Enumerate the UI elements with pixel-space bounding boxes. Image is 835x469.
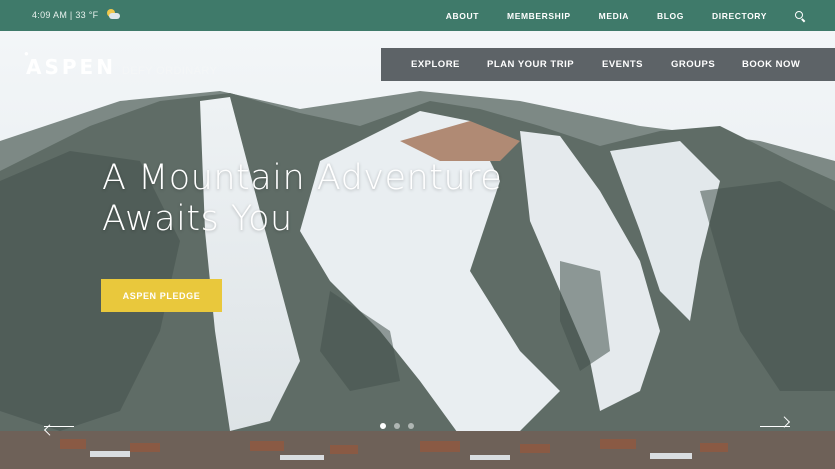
partly-cloudy-icon [104,9,121,20]
carousel-dots [380,423,414,429]
hero-banner: ● ASPEN DEFY ORDINARY EXPLORE PLAN YOUR … [0,31,835,469]
nav-book-now[interactable]: BOOK NOW [742,59,800,70]
logo-emblem-icon: ● [24,49,29,58]
utility-nav: ABOUT MEMBERSHIP MEDIA BLOG DIRECTORY [418,0,805,31]
util-link-blog[interactable]: BLOG [657,11,684,21]
util-link-about[interactable]: ABOUT [446,11,479,21]
hero-headline-line-1: A Mountain Adventure [102,158,503,198]
nav-events[interactable]: EVENTS [602,59,643,70]
carousel-dot-3[interactable] [408,423,414,429]
logo-wordmark: ASPEN [26,55,116,79]
util-link-media[interactable]: MEDIA [599,11,629,21]
carousel-dot-2[interactable] [394,423,400,429]
util-link-directory[interactable]: DIRECTORY [712,11,767,21]
nav-plan-your-trip[interactable]: PLAN YOUR TRIP [487,59,574,70]
main-nav: EXPLORE PLAN YOUR TRIP EVENTS GROUPS BOO… [381,48,835,81]
hero-headline-line-2: Awaits You [102,199,293,239]
utility-bar: 4:09 AM | 33 °F ABOUT MEMBERSHIP MEDIA B… [0,0,835,31]
aspen-logo[interactable]: ● ASPEN DEFY ORDINARY [24,49,218,79]
nav-groups[interactable]: GROUPS [671,59,715,70]
carousel-dot-1[interactable] [380,423,386,429]
mountain-photo [0,31,835,469]
hero-headline: A Mountain Adventure Awaits You [102,158,502,240]
nav-explore[interactable]: EXPLORE [411,59,460,70]
weather-widget: 4:09 AM | 33 °F [32,9,121,20]
util-link-membership[interactable]: MEMBERSHIP [507,11,571,21]
arrow-right-icon[interactable] [758,416,792,433]
weather-text: 4:09 AM | 33 °F [32,9,99,20]
logo-tagline: DEFY ORDINARY [121,65,218,77]
arrow-left-icon[interactable] [42,421,76,436]
search-icon[interactable] [795,10,805,21]
aspen-pledge-button[interactable]: ASPEN PLEDGE [101,279,222,312]
